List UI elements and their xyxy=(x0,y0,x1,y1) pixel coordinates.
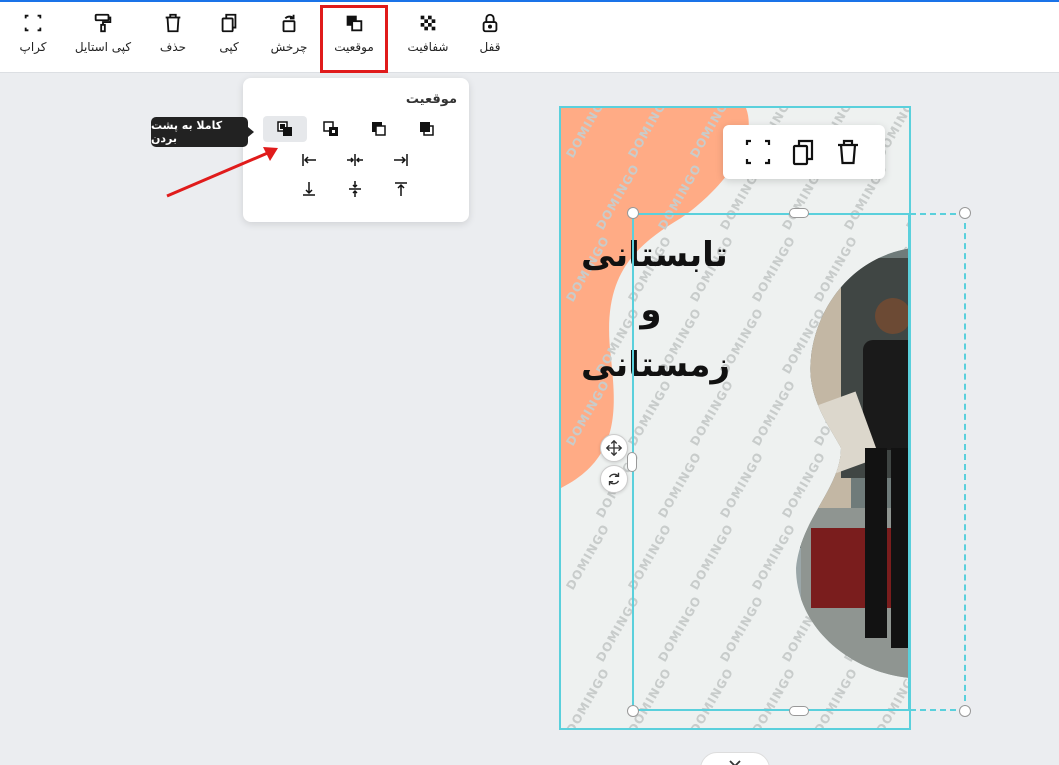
rotate-arrows-icon xyxy=(608,472,620,486)
annotation-arrow xyxy=(166,147,278,198)
trash-icon xyxy=(165,13,181,33)
resize-handle-top-right[interactable] xyxy=(959,207,971,219)
resize-handle-top-left[interactable] xyxy=(627,207,639,219)
align-bottom-icon xyxy=(303,182,315,196)
rotate-icon xyxy=(282,14,296,33)
bottom-close-button[interactable] xyxy=(700,752,770,765)
resize-handle-bottom-left[interactable] xyxy=(627,705,639,717)
align-top-icon xyxy=(395,182,407,196)
copy-style-label: کپی استایل xyxy=(74,40,132,54)
resize-handle-left[interactable] xyxy=(627,452,637,472)
position-icon xyxy=(346,15,363,32)
align-center-h-button[interactable] xyxy=(333,147,377,173)
top-toolbar: قفل شفافیت موقعیت چرخش کپی حذف کپی استای… xyxy=(0,2,1059,73)
floating-crop-button[interactable] xyxy=(743,137,773,167)
crop-label: کراپ xyxy=(19,40,47,54)
align-right-button[interactable] xyxy=(379,147,423,173)
selection-frame[interactable] xyxy=(632,213,910,711)
bring-forward-button[interactable] xyxy=(357,116,401,142)
floating-action-bar xyxy=(723,125,885,179)
align-right-icon xyxy=(394,154,408,166)
move-control[interactable] xyxy=(600,434,628,462)
delete-label: حذف xyxy=(159,40,187,54)
send-backward-icon xyxy=(323,121,338,136)
delete-button[interactable]: حذف xyxy=(136,12,210,62)
bring-to-front-icon xyxy=(420,122,434,136)
trash-icon xyxy=(838,139,858,165)
transparency-icon xyxy=(420,15,436,31)
align-center-vertical-icon xyxy=(349,181,361,197)
send-to-back-icon xyxy=(277,121,292,136)
align-center-v-button[interactable] xyxy=(333,176,377,202)
align-top-button[interactable] xyxy=(379,176,423,202)
copy-icon xyxy=(221,13,237,33)
bring-to-front-button[interactable] xyxy=(405,116,449,142)
crop-icon xyxy=(24,14,42,32)
copy-style-button[interactable]: کپی استایل xyxy=(66,12,140,62)
floating-delete-button[interactable] xyxy=(833,137,863,167)
resize-handle-top[interactable] xyxy=(789,208,809,218)
popup-title: موقعیت xyxy=(405,92,457,107)
paint-roller-icon xyxy=(94,13,112,33)
position-button[interactable]: موقعیت xyxy=(320,5,388,73)
position-label: موقعیت xyxy=(334,40,374,54)
floating-copy-button[interactable] xyxy=(788,137,818,167)
crop-button[interactable]: کراپ xyxy=(0,12,70,62)
bring-forward-icon xyxy=(372,122,386,136)
copy-icon xyxy=(792,139,814,166)
align-bottom-button[interactable] xyxy=(287,176,331,202)
selection-overflow-outline xyxy=(910,213,966,711)
move-icon xyxy=(605,439,623,457)
align-left-icon xyxy=(302,154,316,166)
crop-icon xyxy=(745,139,771,165)
align-left-button[interactable] xyxy=(287,147,331,173)
transparency-label: شفافیت xyxy=(407,40,449,54)
resize-handle-bottom[interactable] xyxy=(789,706,809,716)
rotate-control[interactable] xyxy=(600,465,628,493)
send-to-back-button[interactable] xyxy=(263,116,307,142)
lock-icon xyxy=(482,13,498,33)
close-icon xyxy=(729,760,741,765)
send-backward-button[interactable] xyxy=(309,116,353,142)
resize-handle-bottom-right[interactable] xyxy=(959,705,971,717)
transparency-button[interactable]: شفافیت xyxy=(391,12,465,62)
align-center-horizontal-icon xyxy=(347,154,363,166)
